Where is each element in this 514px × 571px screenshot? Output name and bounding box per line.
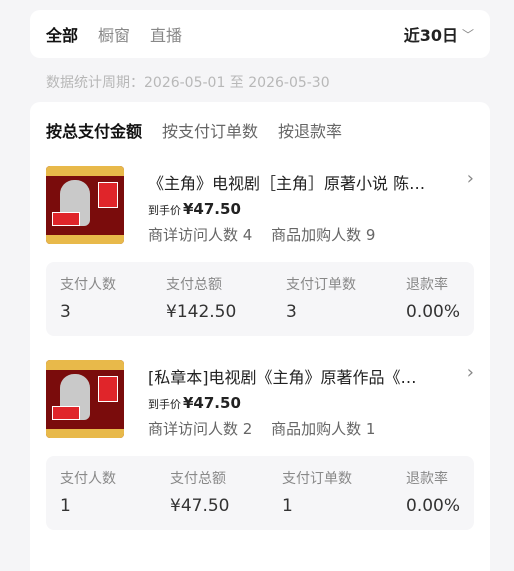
channel-filter-bar: 全部 橱窗 直播 近30日 ﹀	[30, 10, 490, 58]
chevron-right-icon[interactable]: ›	[467, 168, 474, 189]
tab-live[interactable]: 直播	[150, 22, 182, 46]
metric-payers: 支付人数 3	[60, 277, 116, 322]
cart-adders: 商品加购人数 9	[271, 226, 376, 244]
chevron-down-icon: ﹀	[461, 27, 474, 42]
product-metrics: 支付人数 1 支付总额 ¥47.50 支付订单数 1 退款率 0.00%	[46, 456, 474, 530]
tab-all[interactable]: 全部	[46, 22, 78, 46]
product-thumbnail[interactable]	[46, 360, 124, 438]
price-value: ¥47.50	[183, 394, 241, 412]
metric-order-count: 支付订单数 3	[286, 277, 356, 322]
chevron-right-icon[interactable]: ›	[467, 362, 474, 383]
sort-by-refund-rate[interactable]: 按退款率	[278, 118, 342, 142]
sort-tabs: 按总支付金额 按支付订单数 按退款率	[46, 118, 362, 142]
sort-by-order-count[interactable]: 按支付订单数	[162, 118, 258, 142]
sort-by-total-payment[interactable]: 按总支付金额	[46, 118, 142, 142]
metric-total-payment: 支付总额 ¥47.50	[170, 471, 230, 516]
metric-total-payment: 支付总额 ¥142.50	[166, 277, 237, 322]
period-label: 近30日	[403, 26, 458, 45]
product-metrics: 支付人数 3 支付总额 ¥142.50 支付订单数 3 退款率 0.00%	[46, 262, 474, 336]
tab-window[interactable]: 橱窗	[98, 22, 130, 46]
product-title[interactable]: [私章本]电视剧《主角》原著作品《…	[148, 364, 448, 388]
product-ranking-card: 按总支付金额 按支付订单数 按退款率 《主角》电视剧［主角］原著小说 陈… › …	[30, 102, 490, 571]
price-label: 到手价	[148, 204, 181, 217]
stats-period-text: 数据统计周期：2026-05-01 至 2026-05-30	[46, 75, 330, 91]
price-value: ¥47.50	[183, 200, 241, 218]
metric-payers: 支付人数 1	[60, 471, 116, 516]
period-dropdown[interactable]: 近30日 ﹀	[404, 22, 474, 46]
product-title[interactable]: 《主角》电视剧［主角］原著小说 陈…	[148, 170, 448, 194]
detail-visitors: 商详访问人数 2	[148, 420, 253, 438]
price-label: 到手价	[148, 398, 181, 411]
product-price: 到手价 ¥47.50	[148, 394, 241, 412]
detail-visitors: 商详访问人数 4	[148, 226, 253, 244]
metric-refund-rate: 退款率 0.00%	[406, 277, 461, 322]
product-traffic: 商详访问人数 2 商品加购人数 1	[148, 418, 389, 439]
metric-order-count: 支付订单数 1	[282, 471, 352, 516]
cart-adders: 商品加购人数 1	[271, 420, 376, 438]
metric-refund-rate: 退款率 0.00%	[406, 471, 461, 516]
product-price: 到手价 ¥47.50	[148, 200, 241, 218]
product-thumbnail[interactable]	[46, 166, 124, 244]
product-traffic: 商详访问人数 4 商品加购人数 9	[148, 224, 389, 245]
